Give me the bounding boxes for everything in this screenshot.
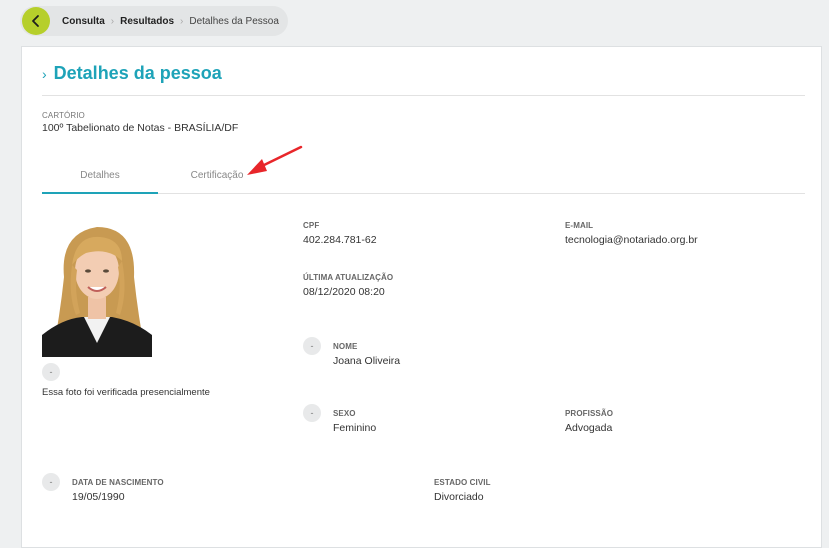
sexo-field: SEXO Feminino: [333, 409, 376, 434]
details-card: › Detalhes da pessoa CARTÓRIO 100º Tabel…: [21, 46, 822, 548]
tab-detalhes[interactable]: Detalhes: [42, 169, 158, 194]
nome-label: NOME: [333, 342, 358, 351]
cpf-value: 402.284.781-62: [303, 234, 377, 246]
nome-status-indicator: -: [303, 337, 321, 355]
data-nascimento-status-indicator: -: [42, 473, 60, 491]
chevron-right-icon: ›: [110, 15, 115, 27]
breadcrumb-item-resultados[interactable]: Resultados: [120, 16, 174, 27]
profissao-field: PROFISSÃO Advogada: [565, 409, 613, 434]
ultima-atualizacao-label: ÚLTIMA ATUALIZAÇÃO: [303, 273, 394, 282]
data-nascimento-label: DATA DE NASCIMENTO: [72, 478, 164, 487]
page-title-row: › Detalhes da pessoa: [42, 63, 222, 84]
sexo-value: Feminino: [333, 422, 377, 434]
cpf-label: CPF: [303, 221, 320, 230]
email-field: E-MAIL tecnologia@notariado.org.br: [565, 221, 698, 246]
sexo-label: SEXO: [333, 409, 356, 418]
back-button[interactable]: [22, 7, 50, 35]
nome-value: Joana Oliveira: [333, 355, 401, 367]
nome-field: NOME Joana Oliveira: [333, 342, 400, 367]
cartorio-field: CARTÓRIO 100º Tabelionato de Notas - BRA…: [42, 111, 238, 134]
sexo-status-indicator: -: [303, 404, 321, 422]
breadcrumb-item-consulta[interactable]: Consulta: [62, 16, 105, 27]
breadcrumb: Consulta › Resultados › Detalhes da Pess…: [20, 6, 288, 36]
cartorio-label: CARTÓRIO: [42, 111, 85, 120]
ultima-atualizacao-value: 08/12/2020 08:20: [303, 286, 385, 298]
chevron-right-icon: ›: [42, 65, 47, 82]
chevron-right-icon: ›: [180, 15, 184, 27]
tab-bar: Detalhes Certificação: [42, 169, 805, 194]
photo-status-indicator: -: [42, 363, 60, 381]
data-nascimento-field: DATA DE NASCIMENTO 19/05/1990: [72, 478, 164, 503]
cartorio-value: 100º Tabelionato de Notas - BRASÍLIA/DF: [42, 122, 239, 134]
email-value: tecnologia@notariado.org.br: [565, 234, 698, 246]
divider: [42, 95, 805, 96]
profissao-label: PROFISSÃO: [565, 409, 614, 418]
email-label: E-MAIL: [565, 221, 594, 230]
person-photo: [42, 215, 152, 357]
estado-civil-field: ESTADO CIVIL Divorciado: [434, 478, 491, 503]
ultima-atualizacao-field: ÚLTIMA ATUALIZAÇÃO 08/12/2020 08:20: [303, 273, 393, 298]
tab-certificacao[interactable]: Certificação: [189, 169, 245, 192]
estado-civil-value: Divorciado: [434, 491, 484, 503]
data-nascimento-value: 19/05/1990: [72, 491, 125, 503]
page-title: Detalhes da pessoa: [53, 63, 222, 83]
photo-caption: Essa foto foi verificada presencialmente: [42, 387, 210, 398]
cpf-field: CPF 402.284.781-62: [303, 221, 377, 246]
chevron-left-icon: [32, 15, 39, 27]
estado-civil-label: ESTADO CIVIL: [434, 478, 491, 487]
profissao-value: Advogada: [565, 422, 613, 434]
breadcrumb-item-current: Detalhes da Pessoa: [189, 15, 279, 27]
